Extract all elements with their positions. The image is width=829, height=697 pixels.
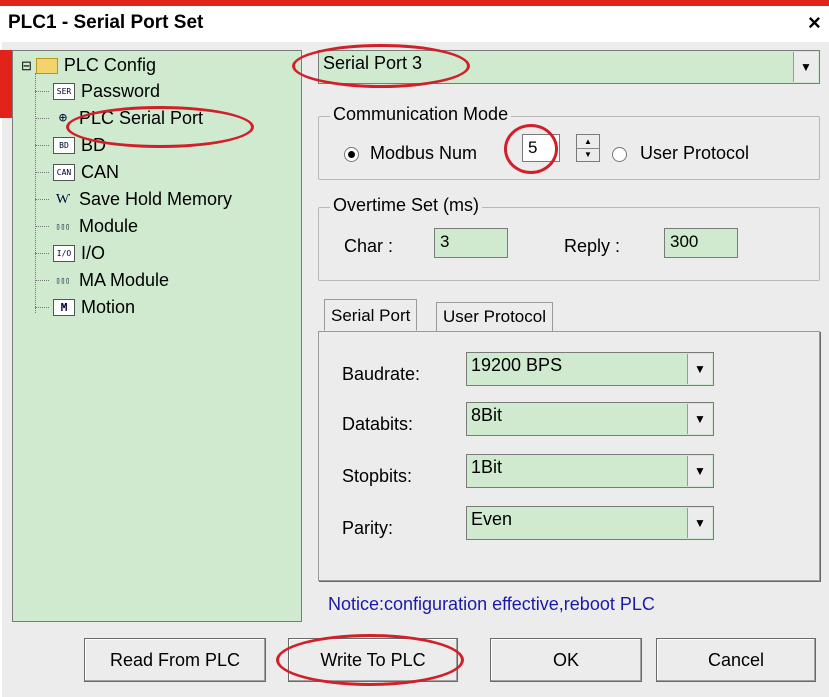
tree-item-label: Save Hold Memory xyxy=(79,189,233,209)
char-input[interactable]: 3 xyxy=(434,228,508,258)
reply-label: Reply : xyxy=(564,236,621,256)
tree-item-io[interactable]: I/O I/O xyxy=(53,243,105,264)
tab-user-protocol[interactable]: User Protocol xyxy=(436,302,553,331)
tab-serial-port[interactable]: Serial Port xyxy=(324,299,418,331)
serial-port-select[interactable]: Serial Port 3 ▼ xyxy=(318,50,820,84)
ok-button[interactable]: OK xyxy=(490,638,642,682)
parity-select[interactable]: Even ▼ xyxy=(466,506,714,540)
tree-item-module[interactable]: ▯▯▯ Module xyxy=(53,216,138,237)
io-icon: I/O xyxy=(53,245,75,262)
overtime-label: Overtime Set (ms) xyxy=(330,195,483,216)
modbus-radio[interactable] xyxy=(344,147,359,162)
config-tree[interactable]: ⊟ PLC Config SER Password ⊕ PLC Serial P… xyxy=(12,50,302,622)
tree-item-motion[interactable]: M Motion xyxy=(53,297,135,318)
folder-icon xyxy=(35,57,58,74)
close-button[interactable]: × xyxy=(808,10,829,36)
databits-label: Databits: xyxy=(342,414,414,434)
tree-item-label: Module xyxy=(79,216,139,236)
databits-value: 8Bit xyxy=(471,405,503,425)
baudrate-value: 19200 BPS xyxy=(471,355,563,375)
dropdown-arrow-icon[interactable]: ▼ xyxy=(687,354,712,384)
stopbits-label: Stopbits: xyxy=(342,466,413,486)
tree-item-ma-module[interactable]: ▯▯▯ MA Module xyxy=(53,270,169,291)
baudrate-label: Baudrate: xyxy=(342,364,421,384)
user-protocol-radio[interactable] xyxy=(612,147,627,162)
read-from-plc-button[interactable]: Read From PLC xyxy=(84,638,266,682)
serial-port-value: Serial Port 3 xyxy=(323,53,423,73)
databits-select[interactable]: 8Bit ▼ xyxy=(466,402,714,436)
reply-input[interactable]: 300 xyxy=(664,228,738,258)
spin-down-icon[interactable]: ▼ xyxy=(577,149,599,161)
baudrate-select[interactable]: 19200 BPS ▼ xyxy=(466,352,714,386)
notice-text: Notice:configuration effective,reboot PL… xyxy=(328,594,655,614)
stopbits-select[interactable]: 1Bit ▼ xyxy=(466,454,714,488)
char-label: Char : xyxy=(344,236,394,256)
communication-mode-label: Communication Mode xyxy=(330,104,512,125)
tree-root[interactable]: ⊟ PLC Config xyxy=(21,55,156,76)
dropdown-arrow-icon[interactable]: ▼ xyxy=(687,508,712,538)
tree-root-label: PLC Config xyxy=(63,55,156,75)
cancel-button[interactable]: Cancel xyxy=(656,638,816,682)
tree-item-label: MA Module xyxy=(79,270,170,290)
tree-connector xyxy=(35,73,36,313)
stopbits-value: 1Bit xyxy=(471,457,503,477)
tree-item-label: CAN xyxy=(81,162,120,182)
bd-icon: BD xyxy=(53,137,75,154)
dropdown-arrow-icon[interactable]: ▼ xyxy=(687,456,712,486)
modbus-num-spinner[interactable]: ▲ ▼ xyxy=(576,134,600,162)
tree-item-label: I/O xyxy=(81,243,106,263)
parity-value: Even xyxy=(471,509,513,529)
modbus-num-input[interactable]: 5 xyxy=(522,134,560,162)
memory-icon: Ⱳ xyxy=(56,191,70,207)
window-title: PLC1 - Serial Port Set xyxy=(8,12,204,33)
serial-port-icon: ⊕ xyxy=(58,110,68,126)
user-protocol-label: User Protocol xyxy=(640,143,750,163)
can-icon: CAN xyxy=(53,164,75,181)
ma-module-icon: ▯▯▯ xyxy=(55,276,71,285)
dropdown-arrow-icon[interactable]: ▼ xyxy=(687,404,712,434)
modbus-num-label: Modbus Num xyxy=(370,143,478,163)
motion-icon: M xyxy=(53,299,75,316)
write-to-plc-button[interactable]: Write To PLC xyxy=(288,638,458,682)
password-icon: SER xyxy=(53,83,75,100)
tree-item-label: Password xyxy=(81,81,161,101)
spin-up-icon[interactable]: ▲ xyxy=(577,135,599,149)
tree-item-bd[interactable]: BD BD xyxy=(53,135,106,156)
collapse-icon[interactable]: ⊟ xyxy=(21,58,32,74)
tree-item-password[interactable]: SER Password xyxy=(53,81,160,102)
tree-item-save-hold-memory[interactable]: Ⱳ Save Hold Memory xyxy=(53,189,232,210)
dropdown-arrow-icon[interactable]: ▼ xyxy=(793,52,818,82)
tree-item-label: PLC Serial Port xyxy=(79,108,204,128)
tree-item-label: BD xyxy=(81,135,107,155)
tree-item-plc-serial-port[interactable]: ⊕ PLC Serial Port xyxy=(53,108,203,129)
module-icon: ▯▯▯ xyxy=(55,222,71,231)
tree-item-can[interactable]: CAN CAN xyxy=(53,162,119,183)
tree-item-label: Motion xyxy=(81,297,136,317)
parity-label: Parity: xyxy=(342,518,394,538)
